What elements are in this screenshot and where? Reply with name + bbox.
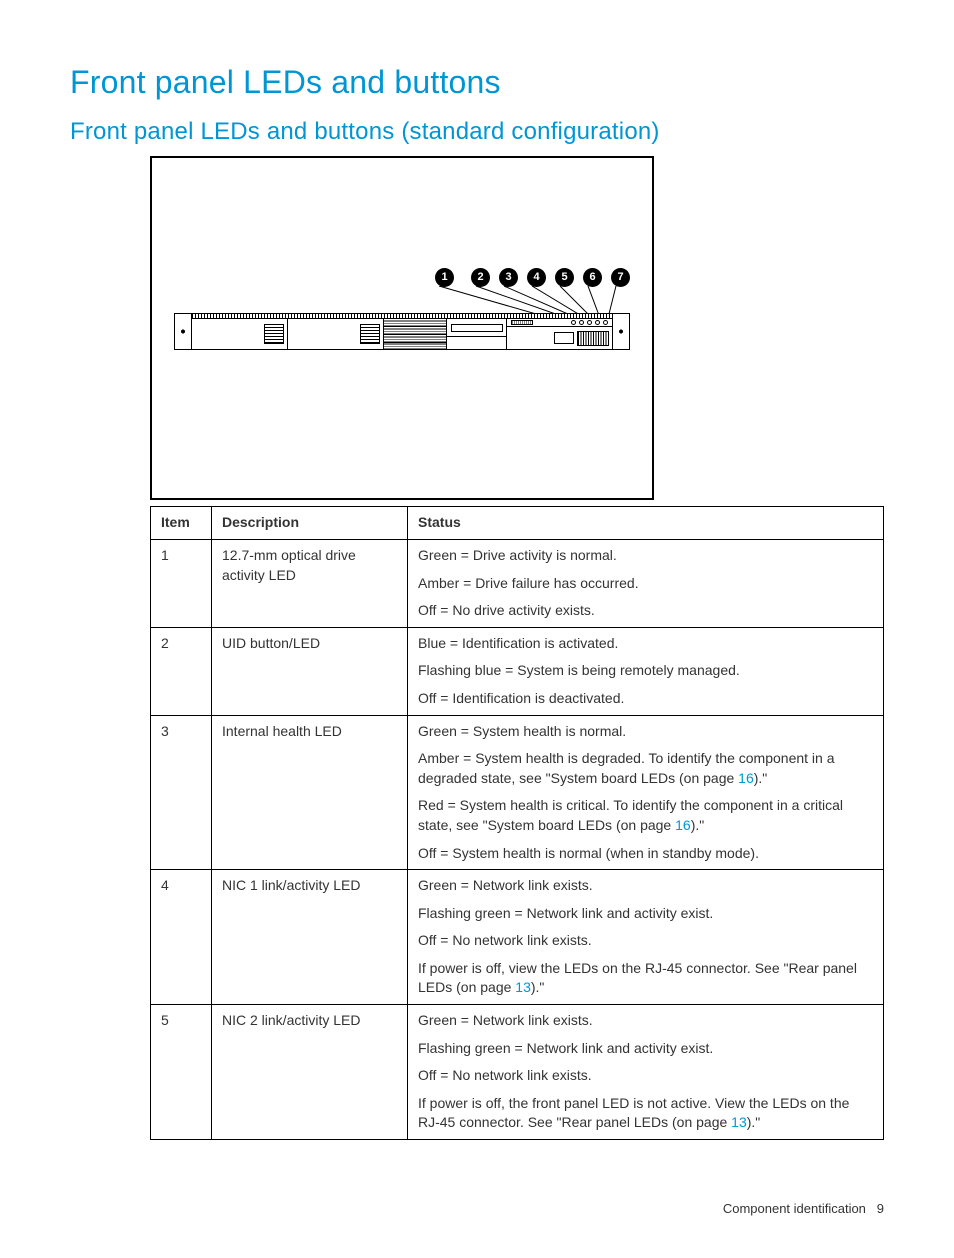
cell-item: 3: [151, 715, 212, 870]
cell-description: UID button/LED: [212, 627, 408, 715]
status-line: Flashing green = Network link and activi…: [418, 1039, 873, 1059]
status-line: Off = System health is normal (when in s…: [418, 844, 873, 864]
cell-status: Blue = Identification is activated. Flash…: [408, 627, 884, 715]
page-link[interactable]: 16: [675, 817, 691, 833]
cell-item: 4: [151, 870, 212, 1005]
status-line: Green = Network link exists.: [418, 876, 873, 896]
table-row: 112.7-mm optical drive activity LEDGreen…: [151, 539, 884, 627]
callout-bubble: 4: [527, 268, 546, 287]
section-heading: Front panel LEDs and buttons (standard c…: [70, 115, 884, 149]
page-link[interactable]: 13: [515, 979, 531, 995]
table-row: 4NIC 1 link/activity LEDGreen = Network …: [151, 870, 884, 1005]
status-line: Red = System health is critical. To iden…: [418, 796, 873, 835]
page-title: Front panel LEDs and buttons: [70, 60, 884, 105]
status-line: Green = Drive activity is normal.: [418, 546, 873, 566]
footer-page: 9: [877, 1201, 884, 1216]
callout-row: 1234567: [435, 268, 630, 287]
col-header-item: Item: [151, 507, 212, 540]
footer-section: Component identification: [723, 1201, 866, 1216]
status-line: Off = Identification is deactivated.: [418, 689, 873, 709]
callout-bubble: 7: [611, 268, 630, 287]
page-link[interactable]: 16: [738, 770, 754, 786]
drive-bay-2: [288, 319, 384, 349]
cell-item: 2: [151, 627, 212, 715]
server-chassis: [174, 313, 630, 350]
status-line: Flashing blue = System is being remotely…: [418, 661, 873, 681]
col-header-description: Description: [212, 507, 408, 540]
callout-bubble: 2: [471, 268, 490, 287]
status-line: Green = System health is normal.: [418, 722, 873, 742]
status-line: If power is off, the front panel LED is …: [418, 1094, 873, 1133]
table-body: 112.7-mm optical drive activity LEDGreen…: [151, 539, 884, 1139]
cell-description: NIC 2 link/activity LED: [212, 1005, 408, 1140]
page-link[interactable]: 13: [731, 1114, 747, 1130]
rack-ear-right: [612, 314, 629, 349]
page-footer: Component identification 9: [70, 1200, 884, 1218]
led-table: Item Description Status 112.7-mm optical…: [150, 506, 884, 1140]
status-line: Amber = Drive failure has occurred.: [418, 574, 873, 594]
front-io-panel: [506, 319, 612, 349]
status-line: Off = No drive activity exists.: [418, 601, 873, 621]
status-line: Off = No network link exists.: [418, 1066, 873, 1086]
status-line: Blue = Identification is activated.: [418, 634, 873, 654]
table-row: 3Internal health LEDGreen = System healt…: [151, 715, 884, 870]
status-line: If power is off, view the LEDs on the RJ…: [418, 959, 873, 998]
blank-bay: [384, 319, 447, 349]
cell-item: 1: [151, 539, 212, 627]
cell-description: Internal health LED: [212, 715, 408, 870]
cell-status: Green = Network link exists. Flashing gre…: [408, 1005, 884, 1140]
optical-drive: [447, 319, 506, 349]
col-header-status: Status: [408, 507, 884, 540]
status-line: Off = No network link exists.: [418, 931, 873, 951]
callout-bubble: 5: [555, 268, 574, 287]
callout-bubble: 1: [435, 268, 454, 287]
cell-status: Green = Drive activity is normal. Amber =…: [408, 539, 884, 627]
drive-bay-1: [192, 319, 288, 349]
cell-description: NIC 1 link/activity LED: [212, 870, 408, 1005]
status-line: Amber = System health is degraded. To id…: [418, 749, 873, 788]
table-row: 5NIC 2 link/activity LEDGreen = Network …: [151, 1005, 884, 1140]
status-line: Flashing green = Network link and activi…: [418, 904, 873, 924]
callout-bubble: 6: [583, 268, 602, 287]
rack-ear-left: [175, 314, 192, 349]
callout-bubble: 3: [499, 268, 518, 287]
cell-item: 5: [151, 1005, 212, 1140]
table-row: 2UID button/LEDBlue = Identification is …: [151, 627, 884, 715]
cell-description: 12.7-mm optical drive activity LED: [212, 539, 408, 627]
cell-status: Green = Network link exists. Flashing gre…: [408, 870, 884, 1005]
figure-diagram: 1234567: [150, 156, 654, 500]
status-line: Green = Network link exists.: [418, 1011, 873, 1031]
cell-status: Green = System health is normal. Amber = …: [408, 715, 884, 870]
